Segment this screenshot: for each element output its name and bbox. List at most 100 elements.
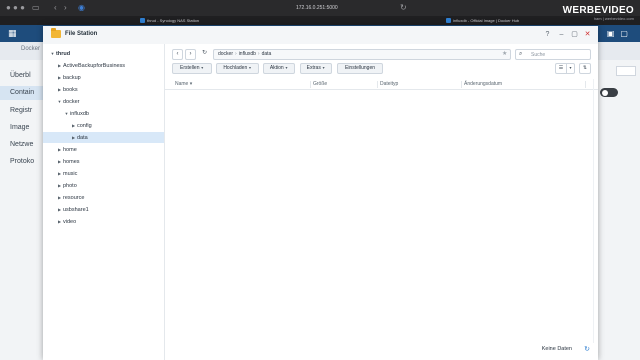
taskbar-right-icons[interactable]: ▣▢ [607,29,634,38]
tree-item-data[interactable]: ▶ data [43,132,164,143]
caret-down-icon: ▼ [248,66,252,70]
bg-nav-network[interactable]: Netzwe [10,141,33,148]
collapsed-arrow-icon[interactable]: ▶ [56,60,63,71]
settings-button[interactable]: Einstellungen [337,63,383,74]
column-divider[interactable] [585,81,586,88]
chevron-right-icon: › [235,51,237,57]
column-modified[interactable]: Änderungsdatum [464,79,502,90]
tree-item-influxdb[interactable]: ▼ influxdb [43,108,164,119]
tree-item-backup[interactable]: ▶ backup [43,72,164,83]
column-divider[interactable] [377,81,378,88]
tree-item-label: home [63,147,77,153]
tree-item-label: resource [63,195,85,201]
tree-item-label: influxdb [70,111,89,117]
column-divider[interactable] [310,81,311,88]
collapsed-arrow-icon[interactable]: ▶ [56,168,63,179]
refresh-icon[interactable]: ↻ [584,345,590,354]
help-button[interactable]: ? [543,30,552,39]
tree-item-label: data [77,135,88,141]
view-dropdown-icon[interactable]: ▼ [567,63,575,74]
collapsed-arrow-icon[interactable]: ▶ [56,192,63,203]
tree-item-thrud[interactable]: ▼ thrud [43,48,164,59]
minimize-button[interactable]: – [557,30,566,39]
sort-icon[interactable]: ⇅ [579,63,591,74]
search-input[interactable] [531,51,589,59]
collapsed-arrow-icon[interactable]: ▶ [56,84,63,95]
tree-item-books[interactable]: ▶ books [43,84,164,95]
tree-item-usbshare1[interactable]: ▶ usbshare1 [43,204,164,215]
column-name[interactable]: Name ▾ [175,79,192,90]
background-search-box[interactable] [616,66,636,76]
collapsed-arrow-icon[interactable]: ▶ [70,132,77,143]
collapsed-arrow-icon[interactable]: ▶ [70,120,77,131]
column-filetype[interactable]: Dateityp [380,79,398,90]
bg-nav-registry[interactable]: Registr [10,107,32,114]
tree-item-resource[interactable]: ▶ resource [43,192,164,203]
upload-button[interactable]: Hochladen▼ [216,63,259,74]
shield-icon[interactable]: ◉ [78,3,85,13]
main-menu-icon[interactable]: ▦ [8,29,17,38]
tree-item-label: thrud [56,51,71,57]
action-button[interactable]: Aktion▼ [263,63,295,74]
breadcrumb-item[interactable]: docker [218,51,233,57]
collapsed-arrow-icon[interactable]: ▶ [56,180,63,191]
window-controls-icon[interactable]: ● ● ● [6,3,25,13]
collapsed-arrow-icon[interactable]: ▶ [56,156,63,167]
tree-item-home[interactable]: ▶ home [43,144,164,155]
column-size[interactable]: Größe [313,79,327,90]
list-view-icon[interactable]: ☰ [555,63,567,74]
container-toggle[interactable] [600,88,618,97]
expanded-arrow-icon[interactable]: ▼ [49,48,56,59]
bg-nav-overview[interactable]: Überbl [10,72,31,79]
caret-down-icon: ▼ [321,66,326,70]
refresh-button[interactable]: ↻ [199,49,210,60]
breadcrumb-item[interactable]: influxdb [239,51,256,57]
bg-nav-container[interactable]: Contain [0,86,44,100]
breadcrumb[interactable]: docker › influxdb › data [213,49,511,60]
collapsed-arrow-icon[interactable]: ▶ [56,72,63,83]
tree-item-photo[interactable]: ▶ photo [43,180,164,191]
window-titlebar[interactable]: File Station ? – ▢ ✕ [43,26,598,44]
tree-item-config[interactable]: ▶ config [43,120,164,131]
close-button[interactable]: ✕ [583,30,592,39]
scroll-track[interactable] [593,79,594,343]
collapsed-arrow-icon[interactable]: ▶ [56,144,63,155]
tree-item-homes[interactable]: ▶ homes [43,156,164,167]
search-box[interactable]: ⌕ [515,49,591,60]
maximize-button[interactable]: ▢ [570,30,579,39]
browser-tab-dsm[interactable]: thrud - Synology NAS Station [140,17,199,25]
reload-icon[interactable]: ↻ [400,3,407,13]
expanded-arrow-icon[interactable]: ▼ [56,96,63,107]
dsm-favicon-icon [140,18,145,24]
collapsed-arrow-icon[interactable]: ▶ [56,216,63,227]
browser-tab-strip: thrud - Synology NAS Station influxdb - … [0,16,640,25]
tree-item-music[interactable]: ▶ music [43,168,164,179]
bg-nav-image[interactable]: Image [10,124,29,131]
search-icon[interactable]: ⌕ [519,50,522,59]
favorite-star-icon[interactable]: ★ [502,50,507,59]
extras-button[interactable]: Extras▼ [300,63,332,74]
create-button[interactable]: Erstellen▼ [172,63,212,74]
breadcrumb-item[interactable]: data [262,51,272,57]
forward-icon[interactable]: › [64,3,67,13]
sidebar-toggle-icon[interactable]: ▭ [32,3,40,13]
tree-item-video[interactable]: ▶ video [43,216,164,227]
watermark: WERBEVIDEO ham | werbevideo.com [563,5,634,21]
bg-nav-log[interactable]: Protoko [10,158,34,165]
browser-tab-dockerhub[interactable]: influxdb - Official Image | Docker Hub [446,17,519,25]
back-button[interactable]: ‹ [172,49,183,60]
expanded-arrow-icon[interactable]: ▼ [63,108,70,119]
tree-item-docker[interactable]: ▼ docker [43,96,164,107]
tab-label: thrud - Synology NAS Station [147,18,200,23]
tree-item-activebackupforbusiness[interactable]: ▶ ActiveBackupforBusiness [43,60,164,71]
forward-button[interactable]: › [185,49,196,60]
navigation-toolbar: ‹ › ↻ docker › influxdb › data ★ ⌕ [172,49,592,61]
address-bar[interactable]: 172.16.0.251:5000 [296,3,338,13]
tree-item-label: books [63,87,78,93]
file-station-folder-icon [51,28,61,38]
background-app-title: Docker [21,46,41,52]
column-divider[interactable] [461,81,462,88]
collapsed-arrow-icon[interactable]: ▶ [56,204,63,215]
back-icon[interactable]: ‹ [54,3,57,13]
tree-item-label: config [77,123,92,129]
